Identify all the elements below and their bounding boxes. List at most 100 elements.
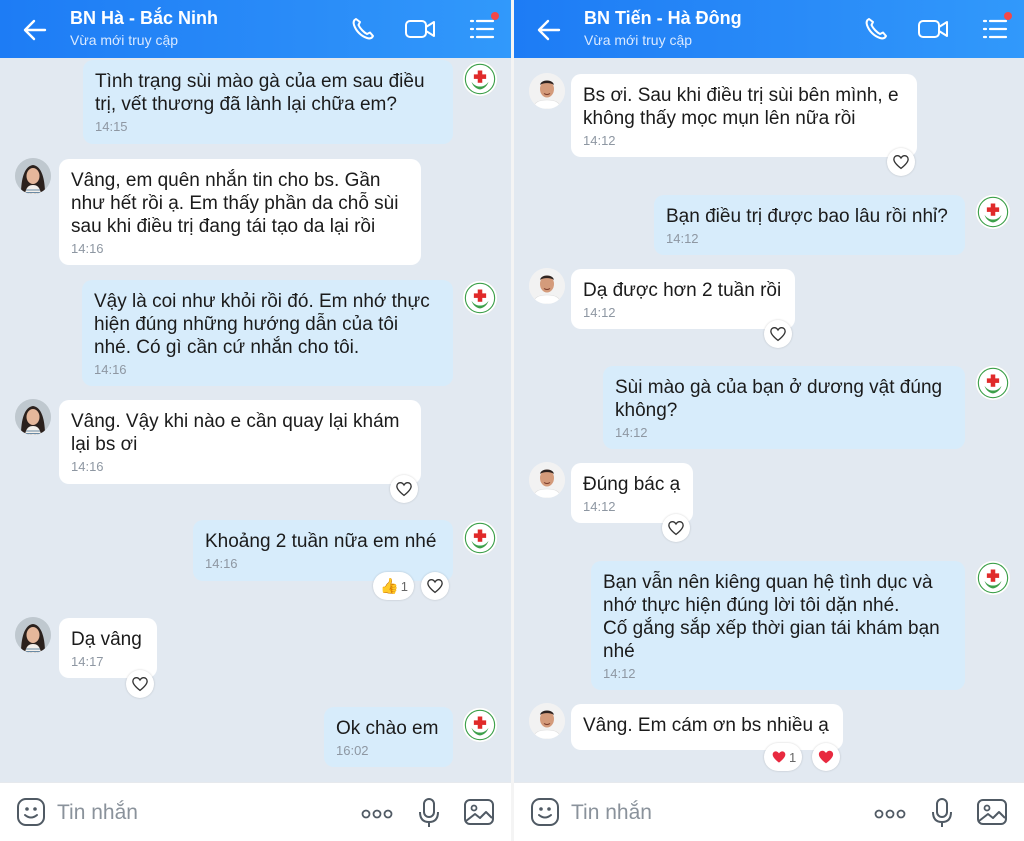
message-text: Khoảng 2 tuần nữa em nhé [205,531,437,552]
heart-react-button[interactable] [390,475,418,503]
message-bubble-outgoing[interactable]: Bạn điều trị được bao lâu rồi nhỉ? 14:12 [654,195,965,255]
chat-header: BN Tiến - Hà Đông Vừa mới truy cập [514,0,1024,58]
red-heart-icon [771,749,787,765]
red-heart-icon [817,748,835,766]
emoji-sticker-icon[interactable] [16,797,46,827]
message-time: 14:16 [205,556,238,571]
more-options-icon[interactable] [874,809,906,819]
back-arrow-icon[interactable] [22,17,48,43]
patient-avatar[interactable] [15,399,51,435]
heart-outline-icon [892,153,910,171]
clinic-logo-avatar[interactable] [462,520,498,556]
contact-status: Vừa mới truy cập [584,32,693,48]
message-time: 14:12 [583,499,616,514]
clinic-logo-avatar[interactable] [975,365,1011,401]
message-bubble-incoming[interactable]: Vâng. Em cám ơn bs nhiều ạ [571,704,843,750]
microphone-icon[interactable] [418,797,440,829]
chat-pane-right: BN Tiến - Hà Đông Vừa mới truy cập Bs ơi… [514,0,1024,841]
message-text: Bạn vẫn nên kiêng quan hệ tình dục và nh… [603,572,940,662]
message-time: 14:12 [583,305,616,320]
notification-dot [1004,12,1012,20]
thumbs-up-icon: 👍 [380,577,399,595]
heart-outline-icon [667,519,685,537]
patient-avatar[interactable] [15,617,51,653]
patient-avatar[interactable] [529,73,565,109]
chat-header: BN Hà - Bắc Ninh Vừa mới truy cập [0,0,511,58]
message-text: Sùi mào gà của bạn ở dương vật đúng khôn… [615,377,943,421]
message-bubble-outgoing[interactable]: Ok chào em 16:02 [324,707,453,767]
microphone-icon[interactable] [931,797,953,829]
heart-react-button[interactable] [421,572,449,600]
reaction-count: 1 [789,749,797,765]
video-call-icon[interactable] [404,15,436,43]
message-time: 14:12 [583,133,616,148]
reaction-count: 1 [400,578,408,594]
contact-name[interactable]: BN Tiến - Hà Đông [584,8,742,29]
message-bubble-incoming[interactable]: Dạ vâng 14:17 [59,618,157,678]
message-bubble-incoming[interactable]: Bs ơi. Sau khi điều trị sùi bên mình, e … [571,74,917,157]
message-text: Vâng, em quên nhắn tin cho bs. Gần như h… [71,170,399,237]
heart-react-button[interactable] [887,148,915,176]
clinic-logo-avatar[interactable] [975,194,1011,230]
message-input-bar: Tin nhắn [0,782,511,841]
clinic-logo-avatar[interactable] [462,280,498,316]
heart-react-button[interactable] [812,743,840,771]
message-bubble-outgoing[interactable]: Vậy là coi như khỏi rồi đó. Em nhớ thực … [82,280,453,386]
message-input[interactable]: Tin nhắn [57,801,138,825]
message-text: Bạn điều trị được bao lâu rồi nhỉ? [666,206,948,227]
message-text: Tình trạng sùi mào gà của em sau điều tr… [95,71,425,115]
message-input-bar: Tin nhắn [514,782,1024,841]
phone-call-icon[interactable] [349,15,377,43]
menu-button[interactable] [981,12,1012,43]
message-time: 14:15 [95,119,128,134]
message-bubble-outgoing[interactable]: Sùi mào gà của bạn ở dương vật đúng khôn… [603,366,965,449]
message-input[interactable]: Tin nhắn [571,801,652,825]
message-text: Ok chào em [336,718,439,739]
heart-react-button[interactable] [764,320,792,348]
heart-outline-icon [131,675,149,693]
message-text: Đúng bác ạ [583,474,681,495]
message-text: Dạ được hơn 2 tuần rồi [583,280,782,301]
back-arrow-icon[interactable] [536,17,562,43]
video-call-icon[interactable] [917,15,949,43]
clinic-logo-avatar[interactable] [975,560,1011,596]
heart-outline-icon [769,325,787,343]
image-gallery-icon[interactable] [976,797,1008,827]
heart-react-button[interactable] [126,670,154,698]
patient-avatar[interactable] [529,462,565,498]
patient-avatar[interactable] [15,158,51,194]
clinic-logo-avatar[interactable] [462,707,498,743]
reaction-summary[interactable]: 👍 1 [373,572,414,600]
message-bubble-outgoing[interactable]: Khoảng 2 tuần nữa em nhé 14:16 [193,520,453,581]
menu-button[interactable] [468,12,499,43]
heart-outline-icon [395,480,413,498]
message-text: Vâng. Em cám ơn bs nhiều ạ [583,715,829,736]
message-bubble-outgoing[interactable]: Tình trạng sùi mào gà của em sau điều tr… [83,60,453,144]
phone-call-icon[interactable] [862,15,890,43]
patient-avatar[interactable] [529,268,565,304]
message-time: 14:17 [71,654,104,669]
patient-avatar[interactable] [529,703,565,739]
chat-pane-left: BN Hà - Bắc Ninh Vừa mới truy cập Tình t… [0,0,511,841]
message-bubble-incoming[interactable]: Vâng, em quên nhắn tin cho bs. Gần như h… [59,159,421,265]
notification-dot [491,12,499,20]
message-time: 14:16 [94,362,127,377]
message-text: Bs ơi. Sau khi điều trị sùi bên mình, e … [583,85,899,129]
message-time: 14:12 [666,231,699,246]
message-time: 14:16 [71,459,104,474]
message-time: 14:12 [615,425,648,440]
image-gallery-icon[interactable] [463,797,495,827]
clinic-logo-avatar[interactable] [462,61,498,97]
more-options-icon[interactable] [361,809,393,819]
reaction-summary[interactable]: 1 [764,743,803,771]
contact-name[interactable]: BN Hà - Bắc Ninh [70,8,218,29]
message-bubble-incoming[interactable]: Dạ được hơn 2 tuần rồi 14:12 [571,269,795,329]
contact-status: Vừa mới truy cập [70,32,179,48]
message-bubble-outgoing[interactable]: Bạn vẫn nên kiêng quan hệ tình dục và nh… [591,561,965,690]
message-text: Dạ vâng [71,629,142,650]
message-text: Vậy là coi như khỏi rồi đó. Em nhớ thực … [94,291,430,358]
heart-react-button[interactable] [662,514,690,542]
message-time: 16:02 [336,743,369,758]
message-bubble-incoming[interactable]: Vâng. Vậy khi nào e cần quay lại khám lạ… [59,400,421,484]
emoji-sticker-icon[interactable] [530,797,560,827]
